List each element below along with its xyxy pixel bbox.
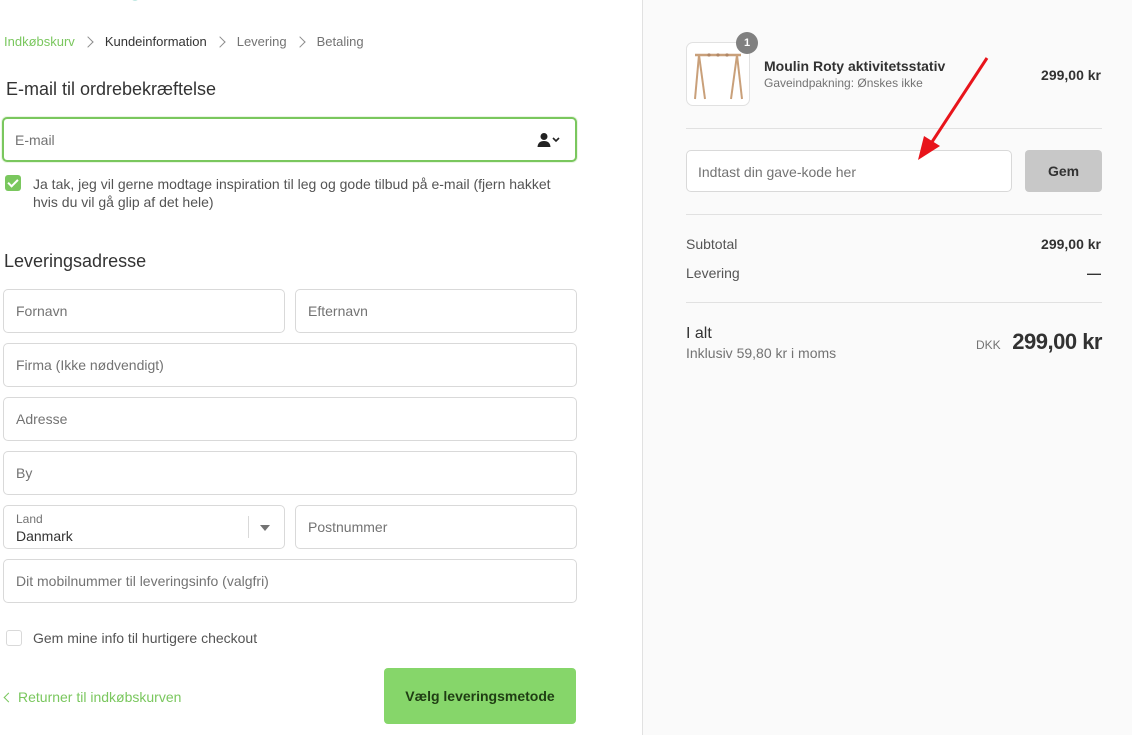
breadcrumb-payment: Betaling <box>316 34 364 49</box>
chevron-right-icon <box>214 35 226 48</box>
product-name: Moulin Roty aktivitetsstativ <box>764 58 946 74</box>
return-to-cart-label: Returner til indkøbskurven <box>18 689 182 705</box>
shipping-address-title: Leveringsadresse <box>4 251 147 271</box>
breadcrumb-shipping: Levering <box>236 34 287 49</box>
city-field[interactable]: By <box>3 451 577 495</box>
phone-field[interactable]: Dit mobilnummer til leveringsinfo (valgf… <box>3 559 577 603</box>
select-divider <box>248 516 249 538</box>
breadcrumb-cart[interactable]: Indkøbskurv <box>4 34 75 49</box>
last-name-field[interactable]: Efternavn <box>295 289 577 333</box>
subtotal-value: 299,00 kr <box>1041 236 1101 252</box>
total-label: I alt <box>686 325 712 342</box>
company-field[interactable]: Firma (Ikke nødvendigt) <box>3 343 577 387</box>
shipping-value: — <box>1087 265 1101 281</box>
phone-placeholder: Dit mobilnummer til leveringsinfo (valgf… <box>16 573 269 589</box>
company-placeholder: Firma (Ikke nødvendigt) <box>16 357 164 373</box>
shipping-label: Levering <box>686 265 740 281</box>
postal-code-field[interactable]: Postnummer <box>295 505 577 549</box>
caret-down-icon[interactable] <box>260 525 270 531</box>
breadcrumb-customer-info: Kundeinformation <box>104 34 207 49</box>
summary-divider <box>686 214 1102 215</box>
order-summary: 1 Moulin Roty aktivitetsstativ Gaveindpa… <box>642 0 1132 735</box>
newsletter-checkbox[interactable] <box>5 175 21 191</box>
chevron-left-icon <box>3 692 14 703</box>
address-placeholder: Adresse <box>16 411 68 427</box>
first-name-field[interactable]: Fornavn <box>3 289 285 333</box>
city-placeholder: By <box>16 465 33 481</box>
breadcrumb: Indkøbskurv Kundeinformation Levering Be… <box>4 34 364 49</box>
user-account-icon[interactable] <box>537 132 561 148</box>
postal-code-placeholder: Postnummer <box>308 519 388 535</box>
continue-to-shipping-button[interactable]: Vælg leveringsmetode <box>384 668 576 724</box>
newsletter-label: Ja tak, jeg vil gerne modtage inspiratio… <box>33 176 551 210</box>
summary-divider <box>686 128 1102 129</box>
country-label: Land <box>16 512 43 526</box>
email-placeholder: E-mail <box>15 132 55 148</box>
summary-divider <box>686 302 1102 303</box>
logo-icon <box>132 0 138 1</box>
last-name-placeholder: Efternavn <box>308 303 368 319</box>
subtotal-label: Subtotal <box>686 236 738 252</box>
save-info-label: Gem mine info til hurtigere checkout <box>33 630 258 646</box>
product-variant: Gaveindpakning: Ønskes ikke <box>764 76 923 90</box>
currency-code: DKK <box>976 338 1001 352</box>
quantity-badge: 1 <box>736 32 758 54</box>
checkout-main: Indkøbskurv Kundeinformation Levering Be… <box>0 0 642 735</box>
product-price: 299,00 kr <box>1041 67 1101 83</box>
activity-gym-image <box>694 53 743 100</box>
chevron-right-icon <box>82 35 94 48</box>
apply-gift-code-button[interactable]: Gem <box>1025 150 1102 192</box>
total-price: 299,00 kr <box>1012 329 1102 354</box>
chevron-right-icon <box>293 35 306 48</box>
tax-note: Inklusiv 59,80 kr i moms <box>686 345 837 361</box>
country-select[interactable]: Land Danmark <box>3 505 285 549</box>
contact-section-title: E-mail til ordrebekræftelse <box>6 79 217 99</box>
country-value: Danmark <box>16 528 73 544</box>
email-field[interactable]: E-mail <box>2 117 577 162</box>
gift-code-placeholder: Indtast din gave-kode her <box>698 164 856 180</box>
save-info-checkbox[interactable] <box>6 630 22 646</box>
return-to-cart-link[interactable]: Returner til indkøbskurven <box>3 689 182 705</box>
address-field[interactable]: Adresse <box>3 397 577 441</box>
first-name-placeholder: Fornavn <box>16 303 68 319</box>
gift-code-input[interactable]: Indtast din gave-kode her <box>686 150 1012 192</box>
